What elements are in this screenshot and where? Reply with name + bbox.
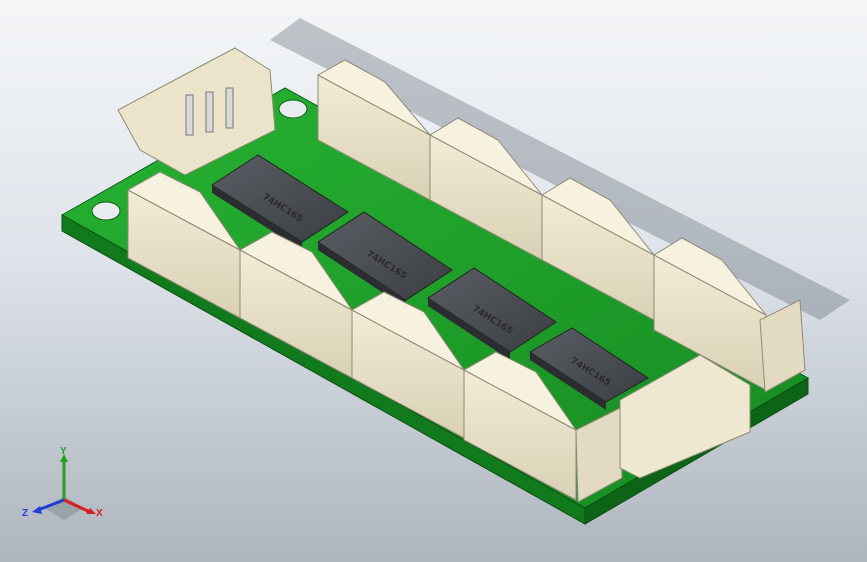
- z-arrowhead: [32, 506, 42, 514]
- graphics-viewport[interactable]: 74HC165 74HC165 74HC165 74HC165 Y X Z: [0, 0, 867, 562]
- header-pin: [225, 87, 234, 129]
- mounting-hole: [91, 201, 121, 221]
- pcb-3d-model[interactable]: 74HC165 74HC165 74HC165 74HC165: [0, 0, 867, 562]
- header-pin: [205, 91, 214, 133]
- view-orientation-triad: Y X Z: [22, 446, 103, 520]
- header-pin: [185, 94, 194, 136]
- x-axis-label: X: [96, 508, 103, 519]
- mounting-hole: [278, 99, 308, 119]
- z-axis-label: Z: [22, 508, 28, 519]
- y-axis-label: Y: [60, 446, 67, 457]
